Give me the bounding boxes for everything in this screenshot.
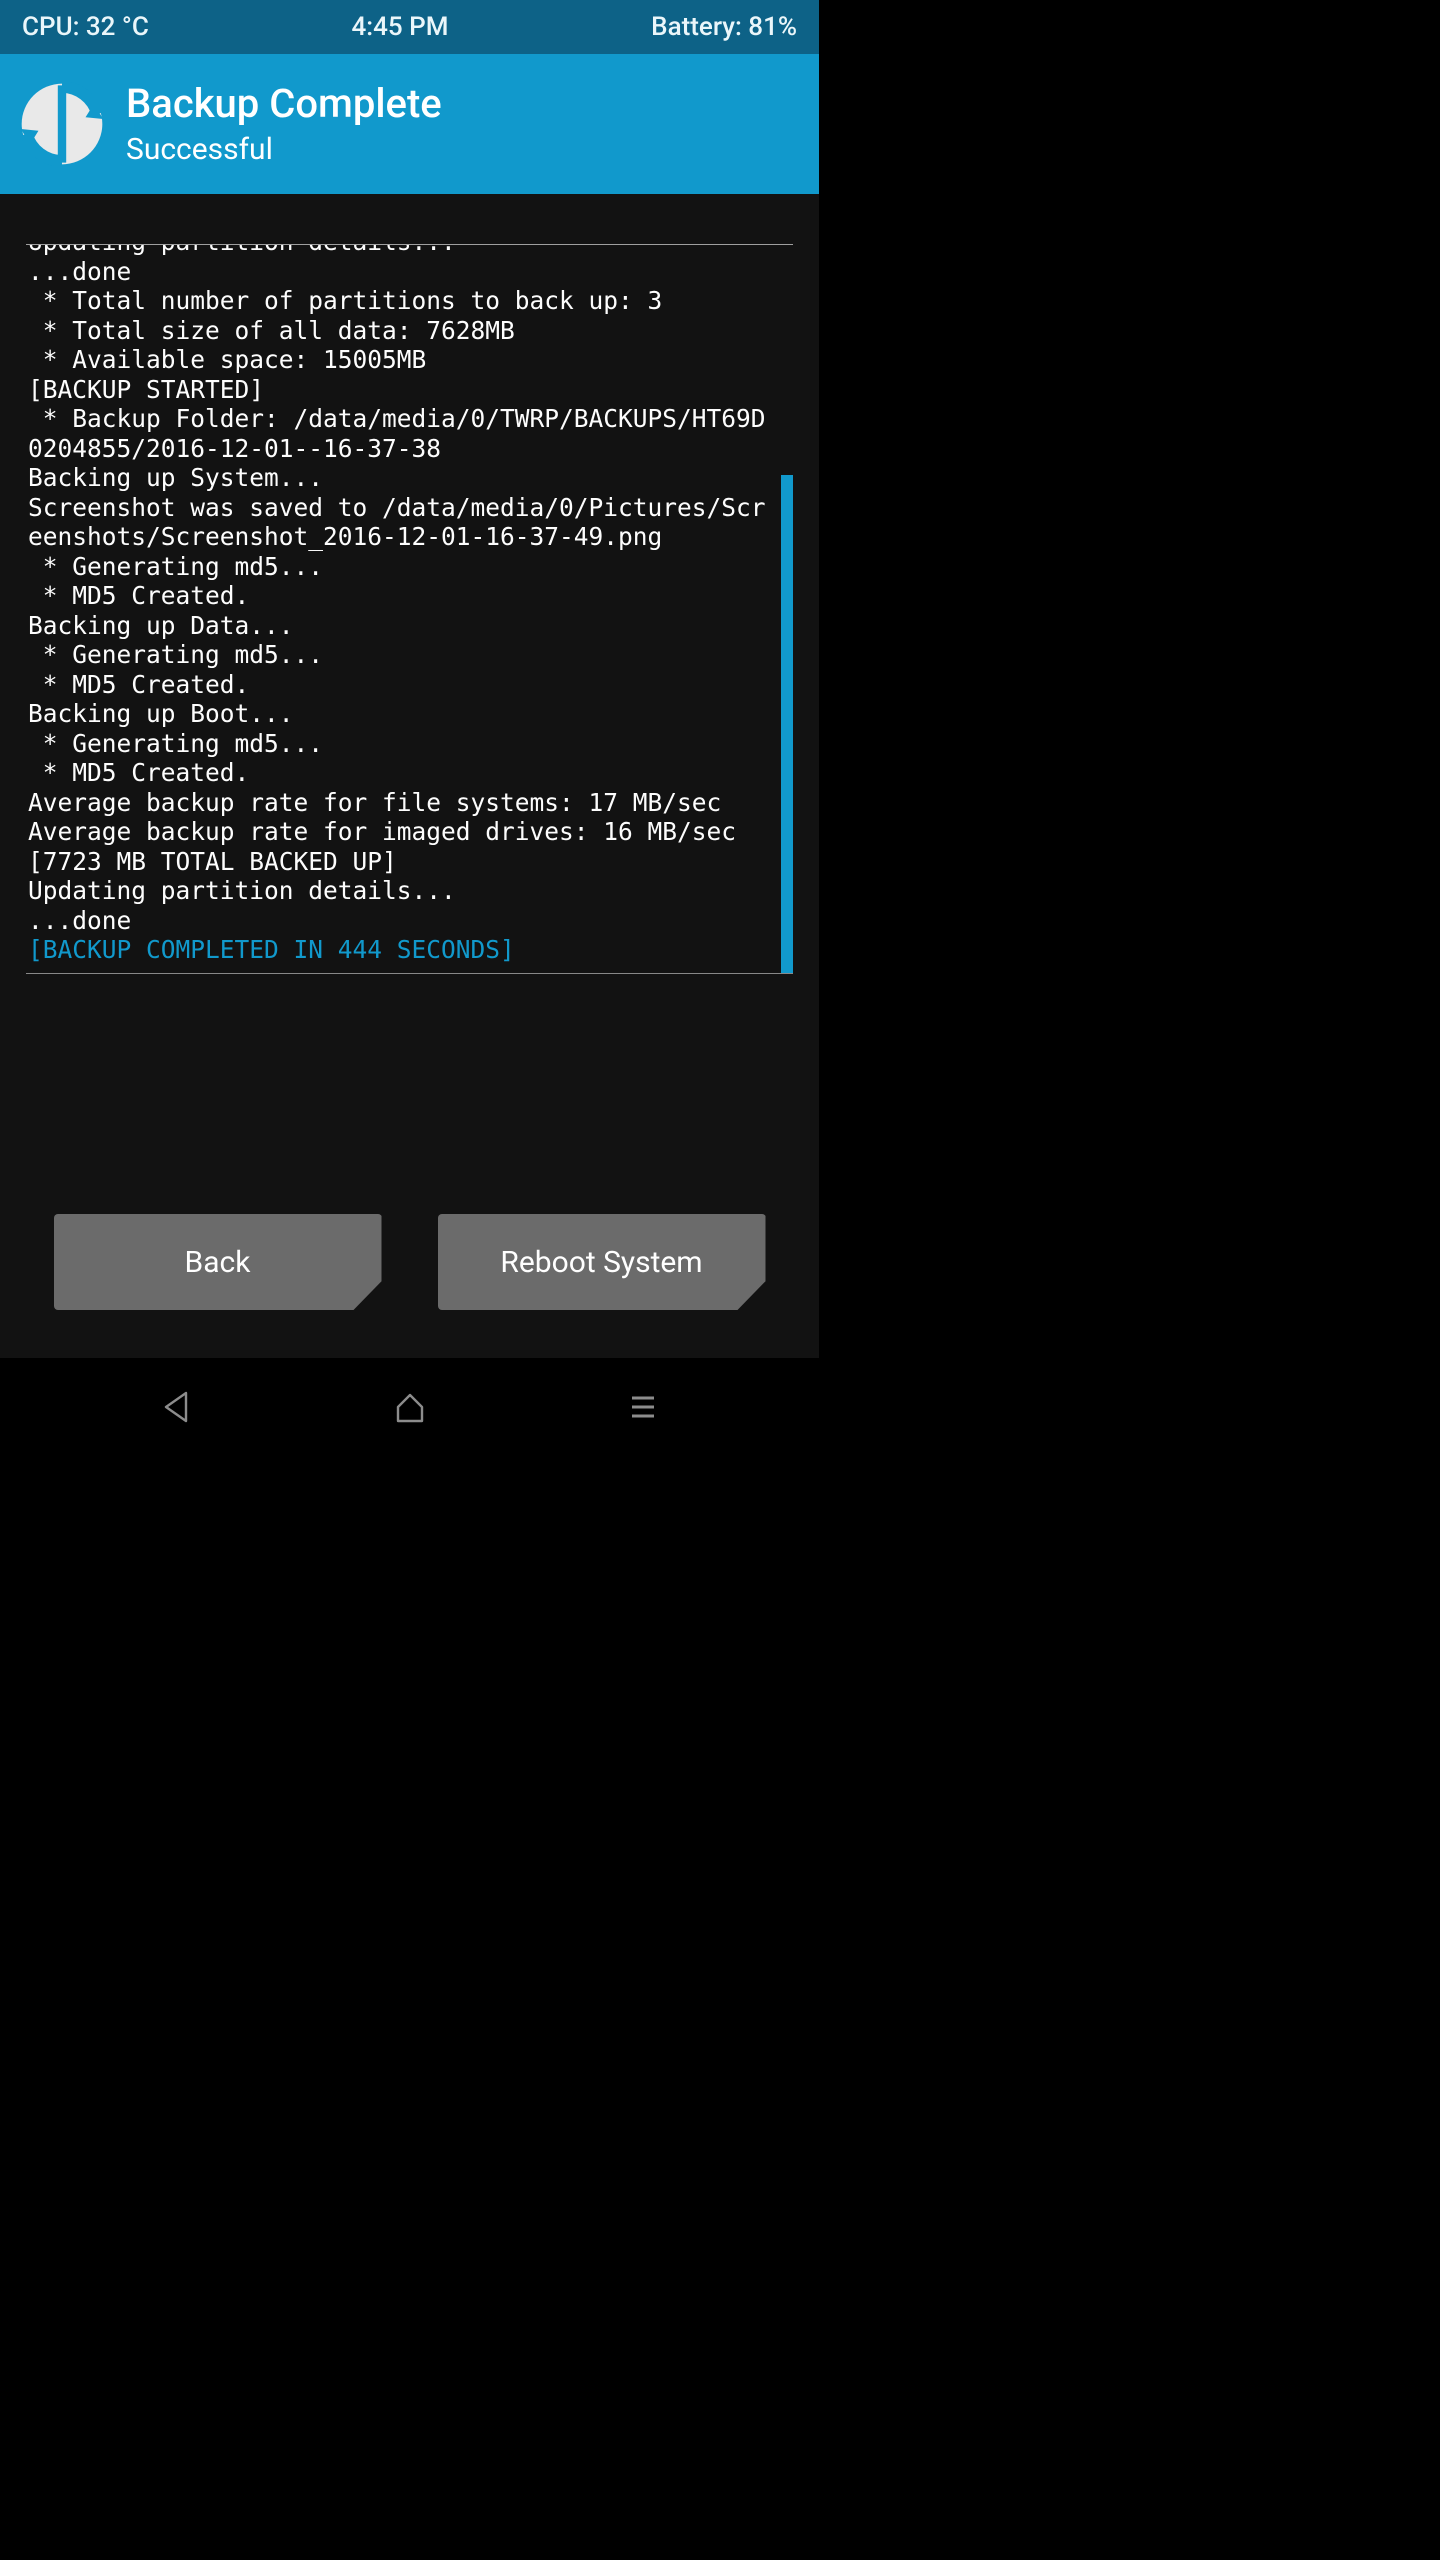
reboot-system-button[interactable]: Reboot System <box>438 1214 766 1310</box>
nav-menu-icon[interactable] <box>625 1389 661 1425</box>
scrollbar-thumb[interactable] <box>781 475 793 973</box>
back-button-label: Back <box>185 1245 251 1280</box>
page-subtitle: Successful <box>126 132 442 167</box>
cpu-temp: CPU: 32 °C <box>22 12 149 42</box>
twrp-logo-icon <box>20 82 104 166</box>
page-title: Backup Complete <box>126 82 442 126</box>
log-console[interactable]: Updating partition details... ...done * … <box>26 244 793 974</box>
nav-back-icon[interactable] <box>159 1389 195 1425</box>
android-navbar <box>0 1358 819 1456</box>
status-bar: CPU: 32 °C 4:45 PM Battery: 81% <box>0 0 819 54</box>
battery-level: Battery: 81% <box>651 12 797 42</box>
back-button[interactable]: Back <box>54 1214 382 1310</box>
body: Updating partition details... ...done * … <box>0 194 819 1358</box>
header: Backup Complete Successful <box>0 54 819 194</box>
clock: 4:45 PM <box>352 12 449 42</box>
nav-home-icon[interactable] <box>392 1389 428 1425</box>
reboot-system-button-label: Reboot System <box>500 1245 702 1280</box>
log-text: Updating partition details... ...done * … <box>26 244 793 965</box>
